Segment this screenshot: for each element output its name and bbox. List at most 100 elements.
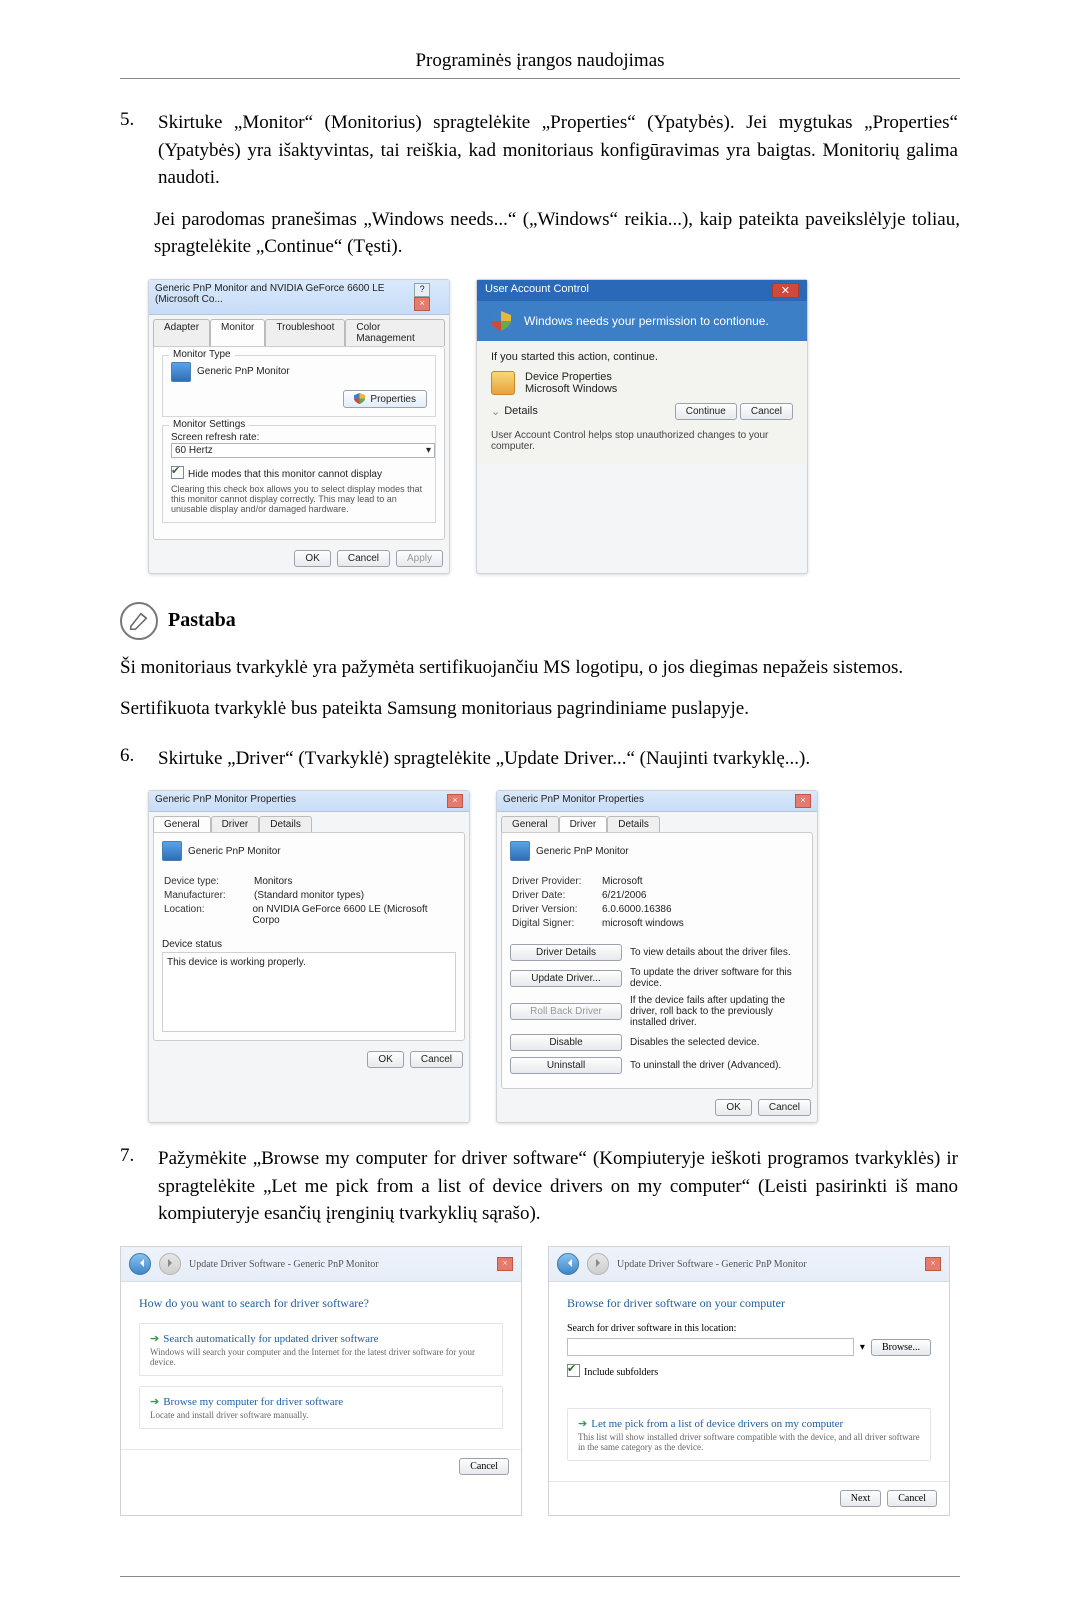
close-icon[interactable]: × xyxy=(414,297,430,311)
tab-details[interactable]: Details xyxy=(607,816,660,832)
tab-details[interactable]: Details xyxy=(259,816,312,832)
footer-rule xyxy=(120,1576,960,1577)
uac-title: User Account Control xyxy=(485,283,589,298)
ok-button[interactable]: OK xyxy=(294,550,330,567)
continue-button[interactable]: Continue xyxy=(675,403,737,420)
opt-pick-from-list[interactable]: ➔Let me pick from a list of device drive… xyxy=(567,1408,931,1461)
opt-browse-computer[interactable]: ➔Browse my computer for driver software … xyxy=(139,1386,503,1429)
ok-button[interactable]: OK xyxy=(367,1051,403,1068)
status-label: Device status xyxy=(162,939,456,950)
d: To uninstall the driver (Advanced). xyxy=(630,1060,804,1071)
rollback-button[interactable]: Roll Back Driver xyxy=(510,1003,622,1020)
tab-color[interactable]: Color Management xyxy=(345,319,445,346)
crumb: Update Driver Software - Generic PnP Mon… xyxy=(189,1259,379,1270)
driver-details-button[interactable]: Driver Details xyxy=(510,944,622,961)
t: Let me pick from a list of device driver… xyxy=(591,1418,843,1430)
hide-modes-label: Hide modes that this monitor cannot disp… xyxy=(188,469,382,480)
tab-general[interactable]: General xyxy=(153,816,211,832)
note-label: Pastaba xyxy=(168,609,236,632)
cancel-button[interactable]: Cancel xyxy=(758,1099,811,1116)
k: Device type: xyxy=(164,876,254,887)
refresh-select[interactable]: 60 Hertz▾ xyxy=(171,443,435,458)
forward-icon xyxy=(587,1253,609,1275)
disable-button[interactable]: Disable xyxy=(510,1034,622,1051)
cancel-button[interactable]: Cancel xyxy=(459,1458,509,1475)
label: Properties xyxy=(370,394,416,405)
cancel-button[interactable]: Cancel xyxy=(337,550,390,567)
title: Generic PnP Monitor Properties xyxy=(503,794,644,808)
refresh-label: Screen refresh rate: xyxy=(171,432,427,443)
chevron-down-icon[interactable]: ▾ xyxy=(860,1342,865,1353)
include-subfolders-checkbox[interactable] xyxy=(567,1364,580,1377)
shield-icon xyxy=(354,393,365,404)
tab-general[interactable]: General xyxy=(501,816,559,832)
browse-button[interactable]: Browse... xyxy=(871,1339,931,1356)
shield-icon xyxy=(491,311,511,331)
uac-message: Windows needs your permission to contion… xyxy=(524,314,769,328)
k: Driver Provider: xyxy=(512,876,602,887)
monitor-icon xyxy=(171,362,191,382)
cancel-button[interactable]: Cancel xyxy=(410,1051,463,1068)
v: 6/21/2006 xyxy=(602,890,647,901)
path-label: Search for driver software in this locat… xyxy=(567,1323,931,1334)
group-monitor-type: Monitor Type xyxy=(169,349,235,360)
tab-driver[interactable]: Driver xyxy=(559,816,608,832)
uninstall-button[interactable]: Uninstall xyxy=(510,1057,622,1074)
close-icon[interactable]: × xyxy=(497,1257,513,1271)
step-7-text: Pažymėkite „Browse my computer for drive… xyxy=(158,1145,958,1228)
update-driver-button[interactable]: Update Driver... xyxy=(510,970,622,987)
wizard-heading: Browse for driver software on your compu… xyxy=(567,1296,931,1311)
arrow-icon: ➔ xyxy=(150,1333,159,1345)
monitor-icon xyxy=(162,841,182,861)
k: Digital Signer: xyxy=(512,918,602,929)
close-icon[interactable]: ✕ xyxy=(772,283,799,298)
step-6-text: Skirtuke „Driver“ (Tvarkyklė) spragtelėk… xyxy=(158,745,958,773)
uac-started: If you started this action, continue. xyxy=(491,351,793,363)
next-button[interactable]: Next xyxy=(840,1490,881,1507)
back-icon[interactable] xyxy=(557,1253,579,1275)
tab-monitor[interactable]: Monitor xyxy=(210,319,265,346)
group-monitor-settings: Monitor Settings xyxy=(169,419,249,430)
title: Generic PnP Monitor Properties xyxy=(155,794,296,808)
ok-button[interactable]: OK xyxy=(715,1099,751,1116)
v: microsoft windows xyxy=(602,918,684,929)
apply-button[interactable]: Apply xyxy=(396,550,443,567)
forward-icon xyxy=(159,1253,181,1275)
uac-footer: User Account Control helps stop unauthor… xyxy=(491,430,793,452)
hide-modes-note: Clearing this check box allows you to se… xyxy=(171,484,427,514)
note-p1: Ši monitoriaus tvarkyklė yra pažymėta se… xyxy=(120,654,960,682)
properties-button[interactable]: Properties xyxy=(343,390,427,408)
cancel-button[interactable]: Cancel xyxy=(740,403,793,420)
update-wizard-1: Update Driver Software - Generic PnP Mon… xyxy=(120,1246,522,1516)
k: Driver Date: xyxy=(512,890,602,901)
uac-item-name: Device Properties xyxy=(525,371,617,383)
tab-adapter[interactable]: Adapter xyxy=(153,319,210,346)
details-expander[interactable]: ⌄ Details xyxy=(491,405,538,418)
step-6: 6. Skirtuke „Driver“ (Tvarkyklė) spragte… xyxy=(120,745,960,1124)
close-icon[interactable]: × xyxy=(925,1257,941,1271)
d: To view details about the driver files. xyxy=(630,947,804,958)
monitor-name: Generic PnP Monitor xyxy=(197,366,290,377)
opt-auto-search[interactable]: ➔Search automatically for updated driver… xyxy=(139,1323,503,1376)
close-icon[interactable]: × xyxy=(795,794,811,808)
cancel-button[interactable]: Cancel xyxy=(887,1490,937,1507)
driver-tab-dialog: Generic PnP Monitor Properties× General … xyxy=(496,790,818,1123)
hide-modes-checkbox[interactable] xyxy=(171,466,184,479)
k: Location: xyxy=(164,904,252,926)
include-label: Include subfolders xyxy=(584,1367,658,1378)
v: on NVIDIA GeForce 6600 LE (Microsoft Cor… xyxy=(252,904,454,926)
d: Locate and install driver software manua… xyxy=(150,1410,492,1420)
back-icon[interactable] xyxy=(129,1253,151,1275)
chevron-down-icon: ⌄ xyxy=(491,405,500,418)
v: Monitors xyxy=(254,876,292,887)
app-icon xyxy=(491,371,515,395)
close-icon[interactable]: × xyxy=(447,794,463,808)
tab-driver[interactable]: Driver xyxy=(211,816,260,832)
tab-troubleshoot[interactable]: Troubleshoot xyxy=(265,319,345,346)
t: Browse my computer for driver software xyxy=(163,1396,343,1408)
uac-item-pub: Microsoft Windows xyxy=(525,383,617,395)
step-5: 5. Skirtuke „Monitor“ (Monitorius) sprag… xyxy=(120,109,960,723)
page-header: Programinės įrangos naudojimas xyxy=(120,40,960,79)
step-5-num: 5. xyxy=(120,109,154,131)
path-input[interactable] xyxy=(567,1338,854,1356)
